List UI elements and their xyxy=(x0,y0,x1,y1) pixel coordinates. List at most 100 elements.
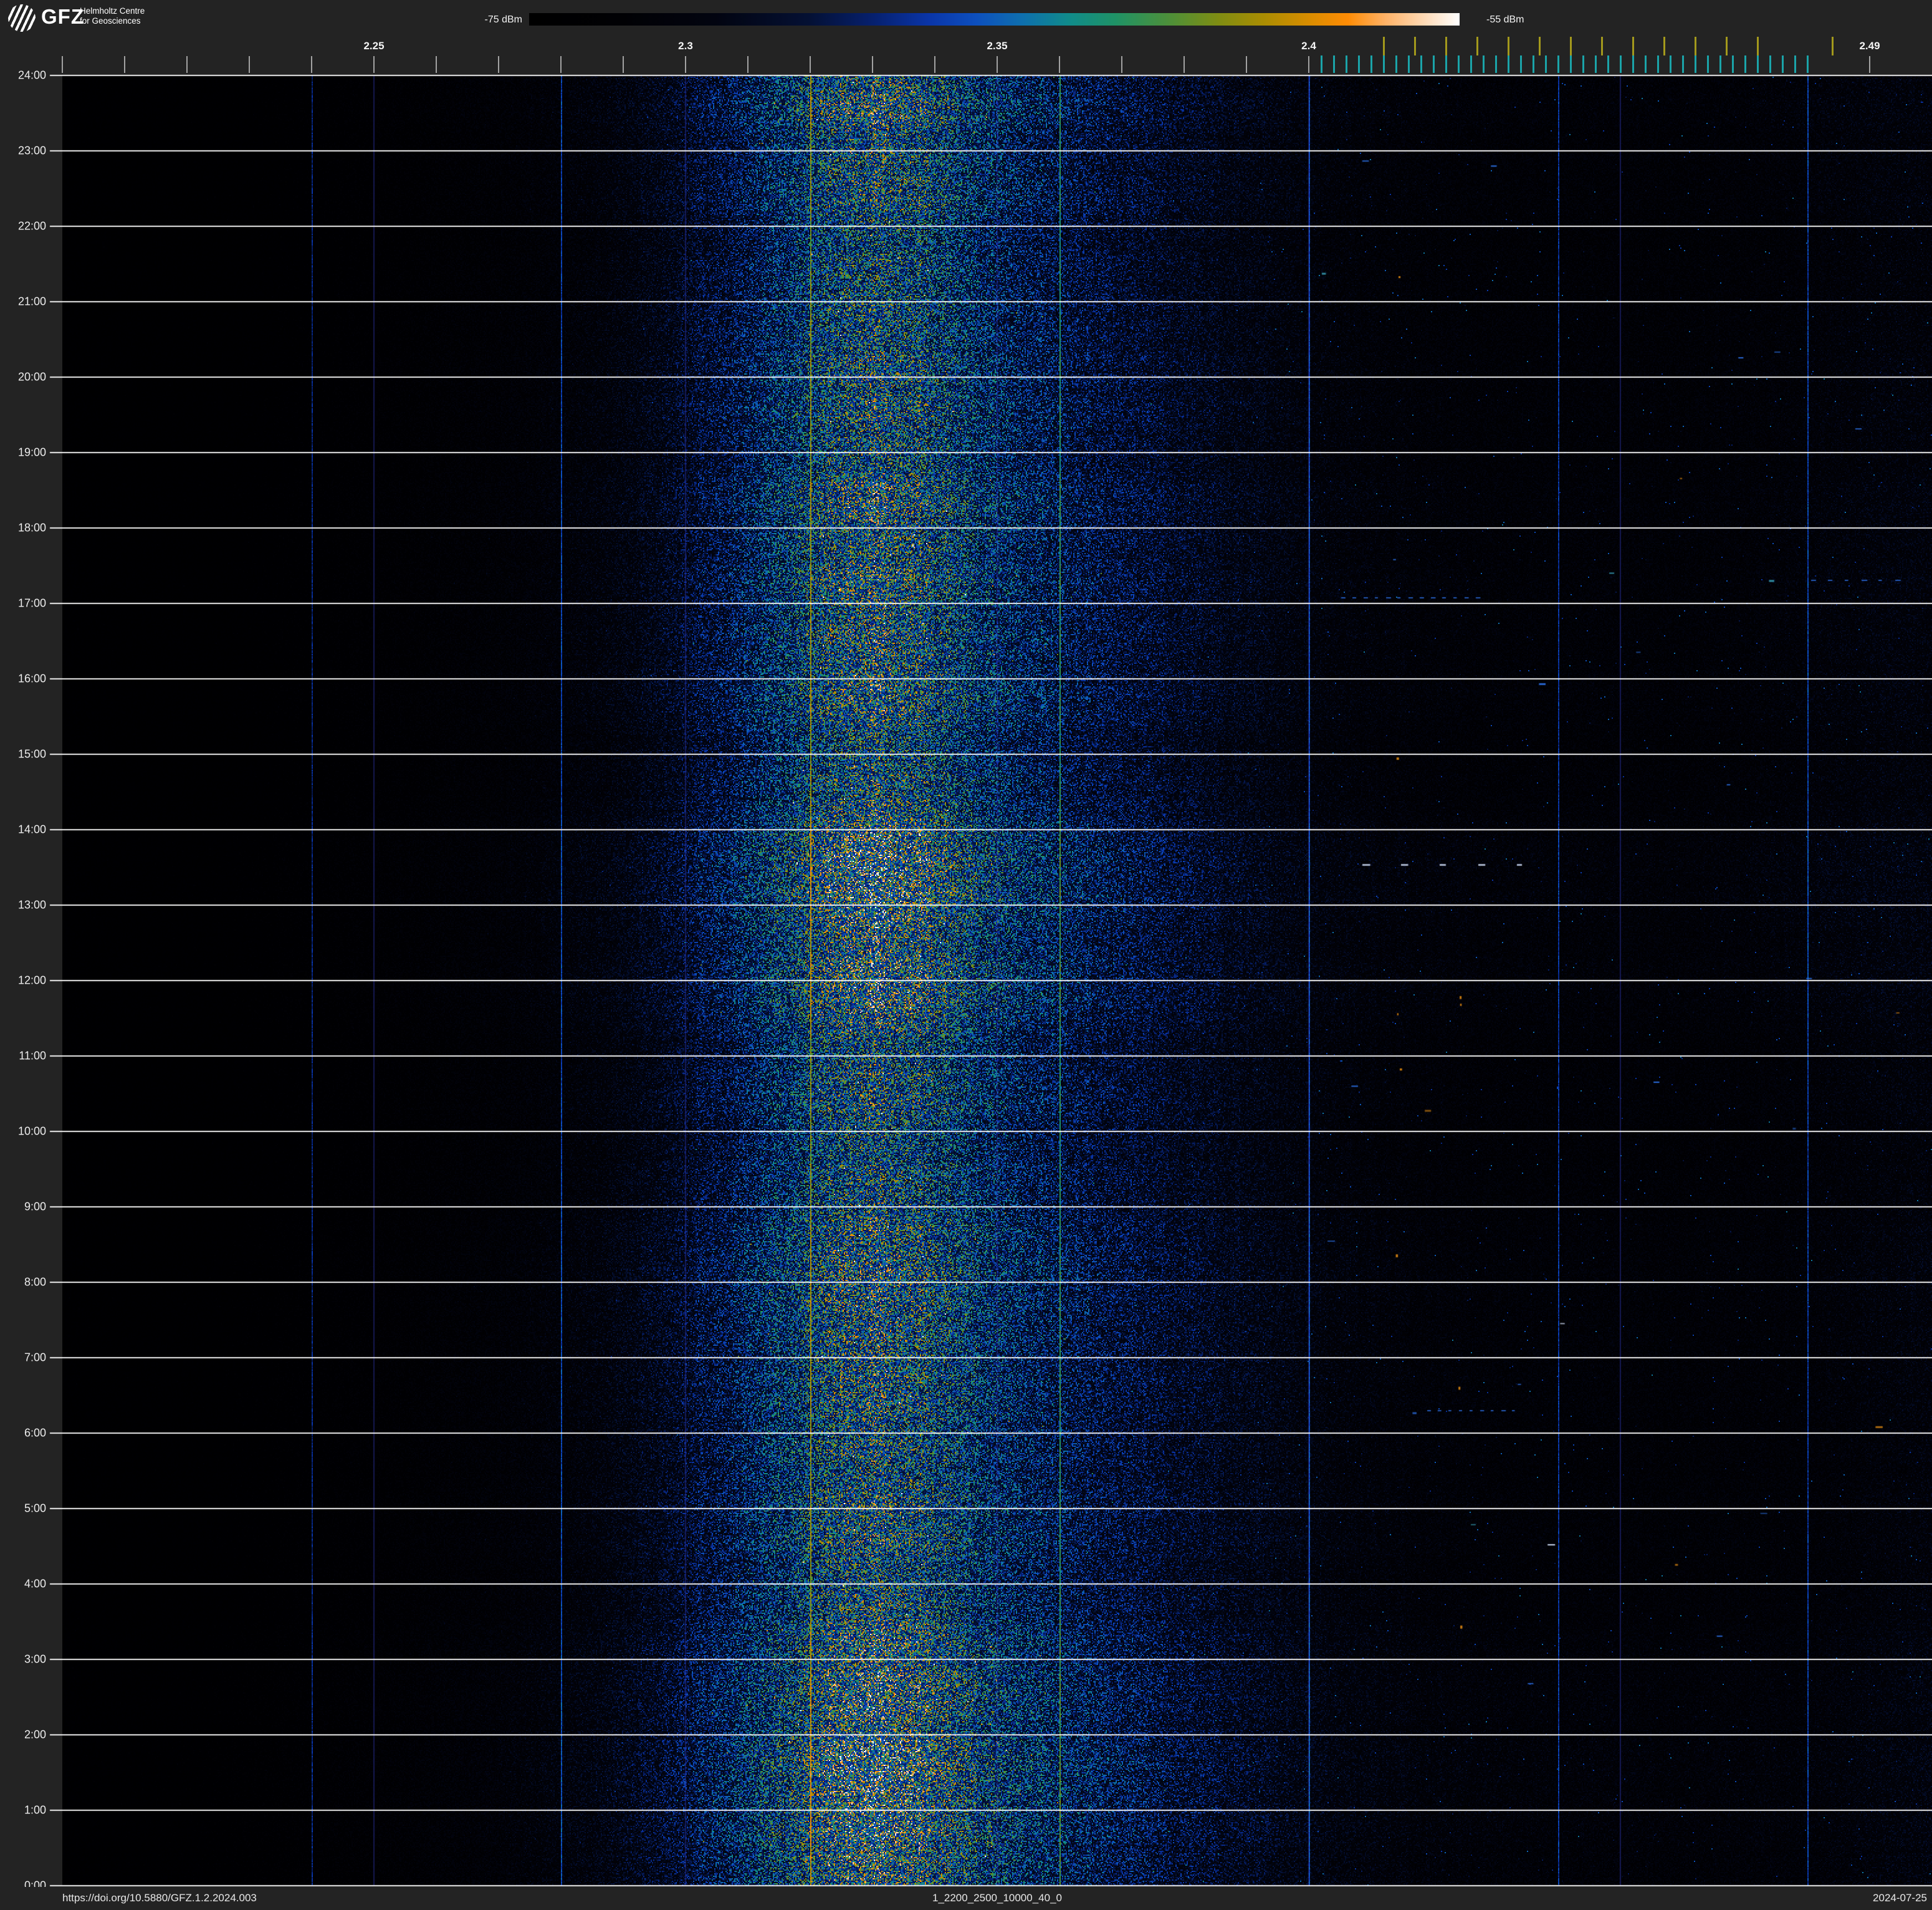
wifi-channel-tick xyxy=(1445,37,1447,55)
time-tick-label: 4:00 xyxy=(24,1577,46,1590)
wifi-channel-tick xyxy=(1383,37,1385,55)
freq-minor-tick xyxy=(373,56,375,73)
time-tick-label: 21:00 xyxy=(17,295,46,308)
ble-channel-tick xyxy=(1508,55,1509,73)
wifi-channel-tick xyxy=(1726,37,1728,55)
wifi-channel-tick xyxy=(1476,37,1478,55)
ble-channel-tick xyxy=(1358,55,1360,73)
freq-minor-tick xyxy=(1184,56,1185,73)
ble-channel-tick xyxy=(1807,55,1809,73)
time-tick-label: 24:00 xyxy=(17,69,46,82)
freq-minor-tick xyxy=(436,56,437,73)
ble-channel-tick xyxy=(1707,55,1709,73)
wifi-channel-tick xyxy=(1695,37,1696,55)
wifi-channel-tick xyxy=(1414,37,1416,55)
time-tick-label: 16:00 xyxy=(17,672,46,685)
ble-channel-tick xyxy=(1408,55,1410,73)
ble-channel-tick xyxy=(1769,55,1771,73)
ble-channel-tick xyxy=(1545,55,1547,73)
ble-channel-tick xyxy=(1433,55,1435,73)
doi-link[interactable]: https://doi.org/10.5880/GFZ.1.2.2024.003 xyxy=(62,1892,257,1904)
freq-minor-tick xyxy=(311,56,312,73)
freq-minor-tick xyxy=(685,56,686,73)
ble-channel-tick xyxy=(1557,55,1559,73)
freq-minor-tick xyxy=(810,56,811,73)
freq-minor-tick xyxy=(747,56,748,73)
freq-tick-label: 2.35 xyxy=(987,40,1008,52)
time-tick-label: 2:00 xyxy=(24,1728,46,1741)
dataset-filename: 1_2200_2500_10000_40_0 xyxy=(932,1892,1063,1904)
freq-minor-tick xyxy=(934,56,935,73)
ble-channel-tick xyxy=(1582,55,1584,73)
freq-minor-tick xyxy=(1246,56,1247,73)
time-tick-label: 12:00 xyxy=(17,974,46,987)
ble-channel-tick xyxy=(1346,55,1347,73)
frequency-axis: 2.25 2.3 2.35 2.4 2.49 xyxy=(0,0,1932,75)
ble-channel-tick xyxy=(1607,55,1609,73)
ble-channel-tick xyxy=(1620,55,1622,73)
time-tick-label: 1:00 xyxy=(24,1803,46,1816)
ble-channel-tick xyxy=(1794,55,1796,73)
freq-minor-tick xyxy=(1869,56,1870,73)
ble-channel-tick xyxy=(1695,55,1696,73)
time-tick-label: 6:00 xyxy=(24,1426,46,1439)
wifi-channel-tick xyxy=(1632,37,1634,55)
freq-minor-tick xyxy=(997,56,998,73)
time-tick-label: 5:00 xyxy=(24,1502,46,1515)
wifi-channel-tick xyxy=(1663,37,1665,55)
time-tick-label: 19:00 xyxy=(17,446,46,459)
freq-minor-tick xyxy=(249,56,250,73)
time-axis: 24:00 23:00 22:00 21:00 20:00 19:00 18:00 17:00… xyxy=(0,0,62,1910)
ble-channel-tick xyxy=(1520,55,1522,73)
freq-tick-label: 2.49 xyxy=(1859,40,1880,52)
freq-minor-tick xyxy=(872,56,873,73)
ble-channel-tick xyxy=(1533,55,1534,73)
freq-tick-label: 2.3 xyxy=(678,40,693,52)
ble-channel-tick xyxy=(1321,55,1322,73)
time-tick-label: 20:00 xyxy=(17,370,46,383)
time-tick-label: 11:00 xyxy=(19,1049,46,1062)
ble-channel-tick xyxy=(1782,55,1784,73)
freq-minor-tick xyxy=(124,56,125,73)
freq-minor-tick xyxy=(1308,56,1309,73)
ble-channel-tick xyxy=(1383,55,1385,73)
time-tick-label: 9:00 xyxy=(24,1200,46,1213)
ble-channel-tick xyxy=(1333,55,1335,73)
ble-channel-tick xyxy=(1719,55,1721,73)
freq-tick-label: 2.25 xyxy=(363,40,385,52)
time-tick-label: 10:00 xyxy=(17,1125,46,1138)
time-tick-label: 23:00 xyxy=(17,144,46,157)
ble-channel-tick xyxy=(1744,55,1746,73)
wifi-channel-tick xyxy=(1757,37,1759,55)
wifi-channel-tick xyxy=(1539,37,1541,55)
freq-minor-tick xyxy=(498,56,499,73)
ble-channel-tick xyxy=(1595,55,1597,73)
ble-channel-tick xyxy=(1732,55,1734,73)
time-tick-label: 8:00 xyxy=(24,1275,46,1289)
ble-channel-tick xyxy=(1682,55,1684,73)
time-tick-label: 22:00 xyxy=(17,219,46,233)
ble-channel-tick xyxy=(1370,55,1372,73)
wifi-channel-tick xyxy=(1832,37,1834,55)
time-tick-label: 14:00 xyxy=(17,823,46,836)
ble-channel-tick xyxy=(1670,55,1671,73)
ble-channel-tick xyxy=(1420,55,1422,73)
time-tick-label: 7:00 xyxy=(24,1351,46,1364)
ble-channel-tick xyxy=(1495,55,1497,73)
spectrogram-canvas xyxy=(62,75,1932,1886)
ble-channel-tick xyxy=(1757,55,1759,73)
freq-minor-tick xyxy=(560,56,562,73)
time-tick-label: 17:00 xyxy=(17,597,46,610)
ble-channel-tick xyxy=(1445,55,1447,73)
time-tick-label: 3:00 xyxy=(24,1653,46,1666)
time-tick-label: 13:00 xyxy=(17,898,46,911)
footer-bar: https://doi.org/10.5880/GFZ.1.2.2024.003… xyxy=(0,1887,1932,1910)
time-tick-label: 15:00 xyxy=(17,747,46,761)
freq-minor-tick xyxy=(186,56,188,73)
spectrogram-app: GFZ Helmholtz Centre for Geosciences -75… xyxy=(0,0,1932,1910)
date-label: 2024-07-25 xyxy=(1873,1892,1927,1904)
time-tick-label: 18:00 xyxy=(17,521,46,534)
ble-channel-tick xyxy=(1458,55,1460,73)
wifi-channel-tick xyxy=(1508,37,1509,55)
ble-channel-tick xyxy=(1470,55,1472,73)
